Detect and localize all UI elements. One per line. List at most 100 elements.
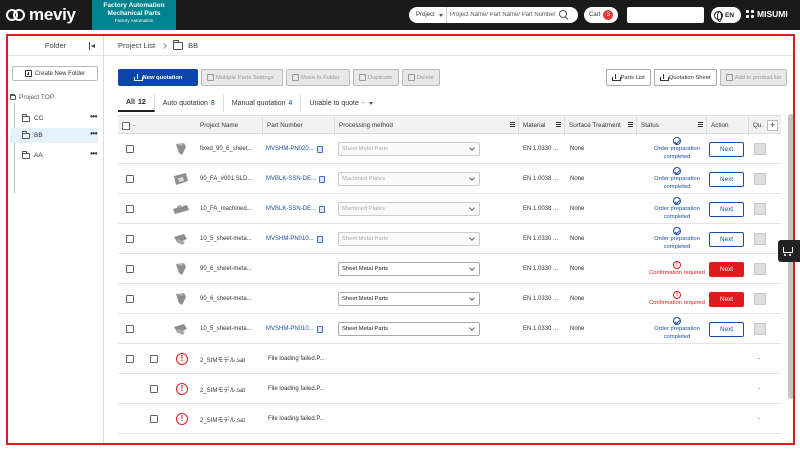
filter-icon[interactable] — [510, 122, 515, 128]
processing-method-select[interactable]: Sheet Metal Parts — [338, 232, 480, 246]
row-checkbox[interactable] — [150, 385, 158, 393]
search-icon[interactable] — [559, 10, 569, 20]
quantity-field[interactable] — [754, 233, 766, 245]
row-checkbox[interactable] — [126, 205, 134, 213]
next-button[interactable]: Next — [709, 291, 744, 307]
project-name[interactable]: 10_5_sheet-meta... — [200, 236, 252, 242]
row-checkbox[interactable] — [126, 265, 134, 273]
more-options-icon[interactable]: ••• — [90, 113, 97, 121]
collapse-sidebar-icon[interactable] — [89, 42, 96, 50]
project-name[interactable]: 2_SIMモデル.sat — [200, 355, 245, 364]
table-row[interactable]: 10_5_sheet-meta... MVSHM-PN010... Sheet Me… — [118, 224, 781, 254]
filter-icon[interactable] — [556, 122, 561, 128]
table-row[interactable]: fixed_90_6_sheet... MVSHM-PN020... Sheet M… — [118, 134, 781, 164]
delete-button[interactable]: Delete — [402, 69, 440, 86]
quantity-field[interactable] — [754, 263, 766, 275]
processing-method-select[interactable]: Sheet Metal Parts — [338, 322, 480, 336]
table-row-error[interactable]: ! 2_SIMモデル.sat File loading failed.P... - — [118, 374, 781, 404]
next-button[interactable]: Next — [709, 141, 744, 157]
part-number-link[interactable]: MVBLK-SSN-DE... — [266, 176, 316, 182]
row-checkbox[interactable] — [126, 295, 134, 303]
search-input[interactable] — [447, 8, 559, 22]
copy-icon[interactable] — [316, 325, 323, 333]
table-row[interactable]: 90_6_sheet-meta... Sheet Metal Parts EN 1.… — [118, 284, 781, 314]
column-status[interactable]: Status — [636, 116, 706, 135]
table-row[interactable]: 90_FA_#001.SLD... MVBLK-SSN-DE... Machined… — [118, 164, 781, 194]
column-material[interactable]: Material — [518, 116, 564, 135]
quantity-field[interactable] — [754, 293, 766, 305]
column-project-name[interactable]: Project Name — [196, 116, 262, 135]
filter-icon[interactable] — [698, 122, 703, 128]
more-options-icon[interactable]: ••• — [90, 130, 97, 138]
table-row-error[interactable]: ! 2_SIMモデル.sat File loading failed.P... - — [118, 344, 781, 374]
next-button[interactable]: Next — [709, 231, 744, 247]
user-account-field[interactable] — [627, 7, 704, 23]
part-number-link[interactable]: MVSHM-PN020... — [266, 146, 314, 152]
quotation-sheet-button[interactable]: Quotation Sheet — [653, 69, 717, 86]
next-button[interactable]: Next — [709, 201, 744, 217]
project-name[interactable]: 2_SIMモデル.sat — [200, 415, 245, 424]
copy-icon[interactable] — [319, 205, 326, 213]
row-checkbox[interactable] — [150, 355, 158, 363]
sidebar-item-cc[interactable]: CC ••• — [10, 111, 98, 126]
tab-unable-to-quote[interactable]: Unable to quote - — [301, 94, 381, 112]
next-button[interactable]: Next — [709, 321, 744, 337]
create-new-folder-button[interactable]: Create New Folder — [12, 66, 98, 81]
table-row-error[interactable]: ! 2_SIMモデル.sat File loading failed.P... - — [118, 404, 781, 434]
filter-icon[interactable] — [628, 122, 633, 128]
duplicate-button[interactable]: Duplicate — [353, 69, 399, 86]
part-thumbnail-icon[interactable] — [172, 291, 190, 307]
processing-method-select[interactable]: Sheet Metal Parts — [338, 262, 480, 276]
more-options-icon[interactable]: ••• — [90, 150, 97, 158]
processing-method-select[interactable]: Machined Plates — [338, 202, 480, 216]
row-checkbox[interactable] — [126, 355, 134, 363]
add-column-button[interactable]: + — [767, 120, 778, 131]
quantity-field[interactable] — [754, 203, 766, 215]
project-name[interactable]: fixed_90_6_sheet... — [200, 146, 252, 152]
sidebar-item-aa[interactable]: AA ••• — [10, 148, 98, 163]
part-number-link[interactable]: MVSHM-PN010... — [266, 326, 314, 332]
table-row[interactable]: 90_6_sheet-meta... Sheet Metal Parts EN 1.… — [118, 254, 781, 284]
part-thumbnail-icon[interactable] — [172, 201, 190, 217]
tree-root-project-top[interactable]: Project TOP — [10, 93, 54, 101]
project-name[interactable]: 10_FA_machined... — [200, 206, 252, 212]
multiple-parts-settings-button[interactable]: Multiple Parts Settings — [201, 69, 283, 86]
column-surface-treatment[interactable]: Surface Treatment — [564, 116, 636, 135]
parts-list-button[interactable]: Parts List — [605, 69, 651, 86]
table-row[interactable]: 10_FA_machined... MVBLK-SSN-DE... Machined… — [118, 194, 781, 224]
project-name[interactable]: 90_6_sheet-meta... — [200, 296, 252, 302]
project-name[interactable]: 90_FA_#001.SLD... — [200, 176, 252, 182]
processing-method-select[interactable]: Sheet Metal Parts — [338, 142, 480, 156]
search-scope-select[interactable]: Project — [409, 7, 447, 23]
select-all-checkbox[interactable] — [122, 121, 130, 130]
row-checkbox[interactable] — [150, 415, 158, 423]
project-name[interactable]: 2_SIMモデル.sat — [200, 385, 245, 394]
project-name[interactable]: 90_6_sheet-meta... — [200, 266, 252, 272]
part-thumbnail-icon[interactable] — [172, 321, 190, 337]
copy-icon[interactable] — [316, 145, 323, 153]
tab-manual-quotation[interactable]: Manual quotation 4 — [224, 94, 302, 112]
breadcrumb-project-list[interactable]: Project List — [118, 41, 155, 50]
floating-cart-icon[interactable] — [778, 240, 800, 262]
new-quotation-button[interactable]: New quotation — [118, 69, 198, 86]
misumi-logo[interactable]: MISUMI — [746, 9, 788, 19]
row-checkbox[interactable] — [126, 145, 134, 153]
project-name[interactable]: 10_5_sheet-meta... — [200, 326, 252, 332]
copy-icon[interactable] — [316, 235, 323, 243]
tab-auto-quotation[interactable]: Auto quotation 8 — [155, 94, 224, 112]
processing-method-select[interactable]: Machined Plates — [338, 172, 480, 186]
column-processing-method[interactable]: Processing method — [334, 116, 518, 135]
row-checkbox[interactable] — [126, 235, 134, 243]
row-checkbox[interactable] — [126, 175, 134, 183]
part-number-link[interactable]: MVBLK-SSN-DE... — [266, 206, 316, 212]
next-button[interactable]: Next — [709, 261, 744, 277]
copy-icon[interactable] — [319, 175, 326, 183]
part-number-link[interactable]: MVSHM-PN010... — [266, 236, 314, 242]
quantity-field[interactable] — [754, 173, 766, 185]
language-button[interactable]: EN — [711, 7, 741, 23]
part-thumbnail-icon[interactable] — [172, 231, 190, 247]
move-to-folder-button[interactable]: Move to Folder — [286, 69, 350, 86]
column-part-number[interactable]: Part Number — [262, 116, 334, 135]
meviy-logo[interactable]: meviy — [6, 5, 76, 24]
quantity-field[interactable] — [754, 143, 766, 155]
